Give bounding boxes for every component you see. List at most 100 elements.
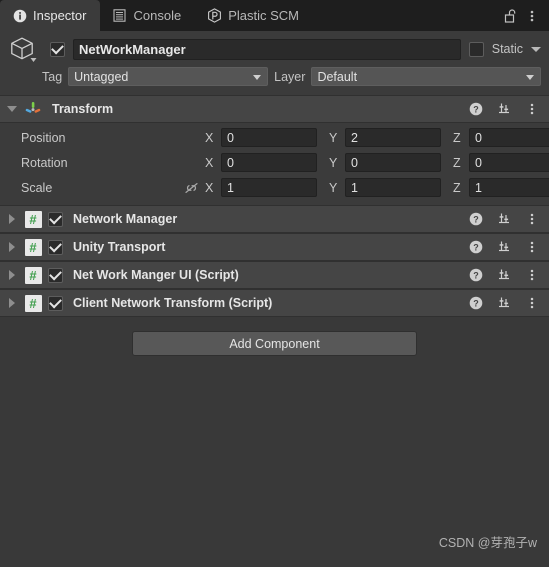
scale-y-input[interactable]: [345, 178, 441, 197]
kebab-menu-icon[interactable]: [522, 209, 542, 229]
scale-x-input[interactable]: [221, 178, 317, 197]
unlocked-padlock-icon[interactable]: [500, 6, 520, 26]
transform-position-row: Position X Y Z: [7, 127, 549, 148]
component-enabled-checkbox[interactable]: [48, 239, 63, 255]
kebab-menu-icon[interactable]: [522, 293, 542, 313]
tab-console[interactable]: Console: [100, 0, 196, 31]
position-x-label: X: [205, 130, 214, 145]
gameobject-enabled-checkbox[interactable]: [50, 41, 65, 57]
transform-scale-row: Scale X Y Z: [7, 177, 549, 198]
component-title: Unity Transport: [73, 240, 166, 254]
inspector-window: Inspector Console Plastic SCM NetWorkMan…: [0, 0, 549, 567]
add-component-area: Add Component: [0, 317, 549, 356]
chevron-down-icon: [7, 106, 17, 112]
gameobject-header: Static Tag Untagged Layer Default: [0, 31, 549, 95]
transform-actions: ?: [466, 99, 542, 119]
component-title: Network Manager: [73, 212, 178, 226]
cube-icon[interactable]: [8, 34, 42, 68]
position-z-input[interactable]: [469, 128, 549, 147]
component-foldout-toggle[interactable]: [6, 298, 18, 308]
layer-dropdown-value: Default: [317, 69, 358, 84]
component-enabled-checkbox[interactable]: [48, 211, 63, 227]
tab-inspector[interactable]: Inspector: [0, 0, 101, 31]
preset-sliders-icon[interactable]: [494, 99, 514, 119]
position-y-input[interactable]: [345, 128, 441, 147]
svg-text:?: ?: [473, 298, 479, 308]
help-circle-icon[interactable]: ?: [466, 209, 486, 229]
tab-plastic-scm-label: Plastic SCM: [228, 8, 299, 23]
tab-plastic-scm[interactable]: Plastic SCM: [195, 0, 313, 31]
rotation-label: Rotation: [21, 155, 68, 170]
component-enabled-checkbox[interactable]: [48, 267, 63, 283]
component-foldout-toggle[interactable]: [6, 214, 18, 224]
kebab-menu-icon[interactable]: [522, 99, 542, 119]
transform-rotation-row: Rotation X Y Z: [7, 152, 549, 173]
kebab-menu-icon[interactable]: [522, 6, 542, 26]
chevron-right-icon: [9, 270, 15, 280]
chevron-right-icon: [9, 214, 15, 224]
component-enabled-checkbox[interactable]: [48, 295, 63, 311]
help-circle-icon[interactable]: ?: [466, 265, 486, 285]
static-checkbox[interactable]: [468, 41, 484, 57]
rotation-y-input[interactable]: [345, 153, 441, 172]
preset-sliders-icon[interactable]: [494, 265, 514, 285]
scale-y-label: Y: [329, 180, 338, 195]
gameobject-name-row: Static: [8, 37, 541, 62]
csharp-script-icon: #: [24, 294, 42, 312]
scale-x-label: X: [205, 180, 214, 195]
add-component-button[interactable]: Add Component: [132, 331, 417, 356]
plastic-scm-icon: [207, 8, 222, 23]
component-actions: ?: [466, 209, 542, 229]
layer-dropdown[interactable]: Default: [311, 67, 541, 86]
kebab-menu-icon[interactable]: [522, 265, 542, 285]
static-label: Static: [491, 42, 523, 56]
scale-label: Scale: [21, 180, 53, 195]
tab-bar-actions: [500, 0, 549, 31]
svg-text:?: ?: [473, 104, 479, 114]
component-row[interactable]: # Network Manager ?: [0, 205, 549, 233]
component-title: Net Work Manger UI (Script): [73, 268, 239, 282]
component-actions: ?: [466, 293, 542, 313]
transform-foldout-toggle[interactable]: [6, 106, 18, 112]
component-foldout-toggle[interactable]: [6, 270, 18, 280]
watermark: CSDN @芽孢子w: [438, 536, 537, 550]
transform-component-header[interactable]: Transform ?: [0, 95, 549, 123]
transform-body: Position X Y Z Rotation X Y Z Scale: [0, 123, 549, 205]
help-circle-icon[interactable]: ?: [466, 99, 486, 119]
transform-axis-icon: [24, 100, 42, 118]
layer-label: Layer: [274, 69, 306, 84]
rotation-y-label: Y: [329, 155, 338, 170]
constrain-proportions-off-icon[interactable]: [177, 181, 205, 195]
svg-text:?: ?: [473, 214, 479, 224]
position-label: Position: [21, 130, 66, 145]
rotation-x-input[interactable]: [221, 153, 317, 172]
svg-text:?: ?: [473, 242, 479, 252]
csharp-script-icon: #: [24, 266, 42, 284]
help-circle-icon[interactable]: ?: [466, 237, 486, 257]
rotation-x-label: X: [205, 155, 214, 170]
component-row[interactable]: # Net Work Manger UI (Script) ?: [0, 261, 549, 289]
kebab-menu-icon[interactable]: [522, 237, 542, 257]
scale-z-label: Z: [453, 180, 461, 195]
svg-text:?: ?: [473, 270, 479, 280]
console-lines-icon: [112, 8, 127, 23]
gameobject-name-input[interactable]: [73, 38, 461, 60]
scale-z-input[interactable]: [469, 178, 549, 197]
position-x-input[interactable]: [221, 128, 317, 147]
tab-inspector-label: Inspector: [33, 8, 87, 23]
tag-label: Tag: [42, 69, 63, 84]
rotation-z-input[interactable]: [469, 153, 549, 172]
preset-sliders-icon[interactable]: [494, 209, 514, 229]
static-dropdown-caret-icon[interactable]: [531, 46, 541, 52]
tab-bar: Inspector Console Plastic SCM: [0, 0, 549, 31]
rotation-z-label: Z: [453, 155, 461, 170]
chevron-right-icon: [9, 298, 15, 308]
help-circle-icon[interactable]: ?: [466, 293, 486, 313]
component-foldout-toggle[interactable]: [6, 242, 18, 252]
component-row[interactable]: # Unity Transport ?: [0, 233, 549, 261]
component-row[interactable]: # Client Network Transform (Script) ?: [0, 289, 549, 317]
preset-sliders-icon[interactable]: [494, 293, 514, 313]
preset-sliders-icon[interactable]: [494, 237, 514, 257]
info-icon: [12, 8, 27, 23]
tag-dropdown[interactable]: Untagged: [68, 67, 269, 86]
